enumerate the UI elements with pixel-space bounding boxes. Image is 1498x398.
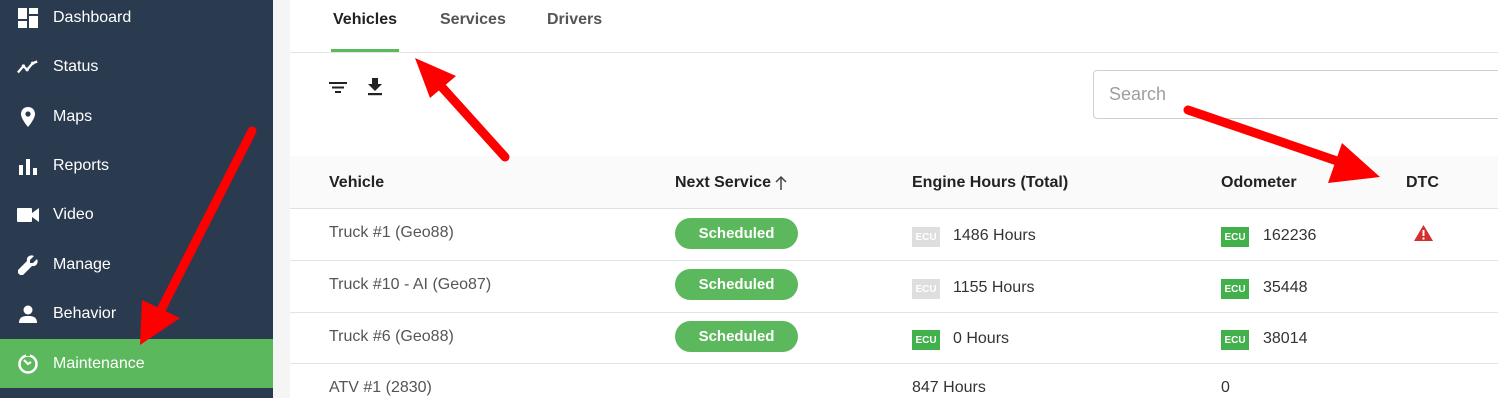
ecu-badge: ECU bbox=[1221, 227, 1249, 247]
maintenance-icon bbox=[17, 352, 39, 375]
trend-icon bbox=[17, 56, 39, 78]
ecu-badge: ECU bbox=[912, 227, 940, 247]
tab-vehicles[interactable]: Vehicles bbox=[333, 11, 397, 29]
ecu-badge: ECU bbox=[1221, 330, 1249, 350]
status-badge[interactable]: Scheduled bbox=[675, 218, 798, 249]
tab-services[interactable]: Services bbox=[440, 11, 506, 29]
filter-icon[interactable] bbox=[327, 76, 349, 98]
column-header-vehicle[interactable]: Vehicle bbox=[329, 174, 384, 192]
sort-ascending-icon[interactable] bbox=[773, 175, 789, 191]
sidebar-item-behavior[interactable]: Behavior bbox=[0, 289, 273, 338]
sidebar-item-label: Behavior bbox=[53, 304, 117, 322]
sidebar-item-label: Maintenance bbox=[53, 354, 145, 372]
app-root: Dashboard Status Maps Reports Video Mana… bbox=[0, 0, 1498, 398]
table-header: Vehicle Next Service Engine Hours (Total… bbox=[290, 156, 1498, 209]
person-icon bbox=[17, 303, 39, 325]
sidebar-item-label: Maps bbox=[53, 107, 93, 125]
sidebar-item-manage[interactable]: Manage bbox=[0, 240, 273, 289]
odometer-value: 38014 bbox=[1263, 330, 1308, 347]
column-header-dtc[interactable]: DTC bbox=[1406, 174, 1439, 192]
wrench-icon bbox=[17, 254, 39, 276]
vehicle-name: Truck #10 - AI (Geo87) bbox=[329, 276, 492, 293]
sidebar-gutter bbox=[273, 0, 290, 398]
vehicle-name: Truck #6 (Geo88) bbox=[329, 328, 454, 345]
engine-hours-value: 1155 Hours bbox=[953, 279, 1035, 296]
sidebar-item-maps[interactable]: Maps bbox=[0, 92, 273, 141]
sidebar-item-label: Video bbox=[53, 205, 94, 223]
vehicle-name: Truck #1 (Geo88) bbox=[329, 224, 454, 241]
column-header-odometer[interactable]: Odometer bbox=[1221, 174, 1297, 192]
sidebar-item-video[interactable]: Video bbox=[0, 190, 273, 239]
table-row[interactable]: Truck #10 - AI (Geo87) Scheduled ECU 115… bbox=[290, 261, 1498, 313]
ecu-badge: ECU bbox=[912, 279, 940, 299]
odometer-value: 35448 bbox=[1263, 279, 1308, 296]
table-row[interactable]: Truck #1 (Geo88) Scheduled ECU 1486 Hour… bbox=[290, 209, 1498, 261]
column-header-engine-hours[interactable]: Engine Hours (Total) bbox=[912, 174, 1068, 192]
warning-icon[interactable] bbox=[1414, 225, 1433, 241]
bar-chart-icon bbox=[17, 155, 39, 177]
video-camera-icon bbox=[17, 204, 39, 226]
map-pin-icon bbox=[17, 106, 39, 128]
status-badge[interactable]: Scheduled bbox=[675, 269, 798, 300]
sidebar-item-dashboard[interactable]: Dashboard bbox=[0, 0, 273, 42]
engine-hours-value: 0 Hours bbox=[953, 330, 1010, 347]
tab-drivers[interactable]: Drivers bbox=[547, 11, 602, 29]
sidebar-item-label: Manage bbox=[53, 255, 111, 273]
dashboard-icon bbox=[17, 7, 39, 29]
column-header-next-service[interactable]: Next Service bbox=[675, 174, 771, 192]
engine-hours-value: 847 Hours bbox=[912, 379, 986, 396]
vehicle-name: ATV #1 (2830) bbox=[329, 379, 432, 396]
ecu-badge: ECU bbox=[1221, 279, 1249, 299]
ecu-badge: ECU bbox=[912, 330, 940, 350]
status-badge[interactable]: Scheduled bbox=[675, 321, 798, 352]
download-icon[interactable] bbox=[364, 76, 386, 98]
table-row[interactable]: Truck #6 (Geo88) Scheduled ECU 0 Hours E… bbox=[290, 312, 1498, 364]
sidebar-item-label: Status bbox=[53, 57, 99, 75]
sidebar-item-reports[interactable]: Reports bbox=[0, 141, 273, 190]
odometer-value: 0 bbox=[1221, 379, 1230, 396]
sidebar-item-label: Reports bbox=[53, 156, 110, 174]
sidebar-item-maintenance[interactable]: Maintenance bbox=[0, 339, 273, 388]
table-row[interactable]: ATV #1 (2830) 847 Hours 0 bbox=[290, 364, 1498, 398]
odometer-value: 162236 bbox=[1263, 227, 1317, 244]
engine-hours-value: 1486 Hours bbox=[953, 227, 1036, 244]
sidebar-item-label: Dashboard bbox=[53, 8, 132, 26]
search-input[interactable] bbox=[1093, 70, 1498, 119]
active-tab-indicator bbox=[331, 49, 399, 52]
sidebar: Dashboard Status Maps Reports Video Mana… bbox=[0, 0, 273, 398]
sidebar-item-status[interactable]: Status bbox=[0, 42, 273, 91]
annotation-arrow bbox=[415, 58, 510, 162]
